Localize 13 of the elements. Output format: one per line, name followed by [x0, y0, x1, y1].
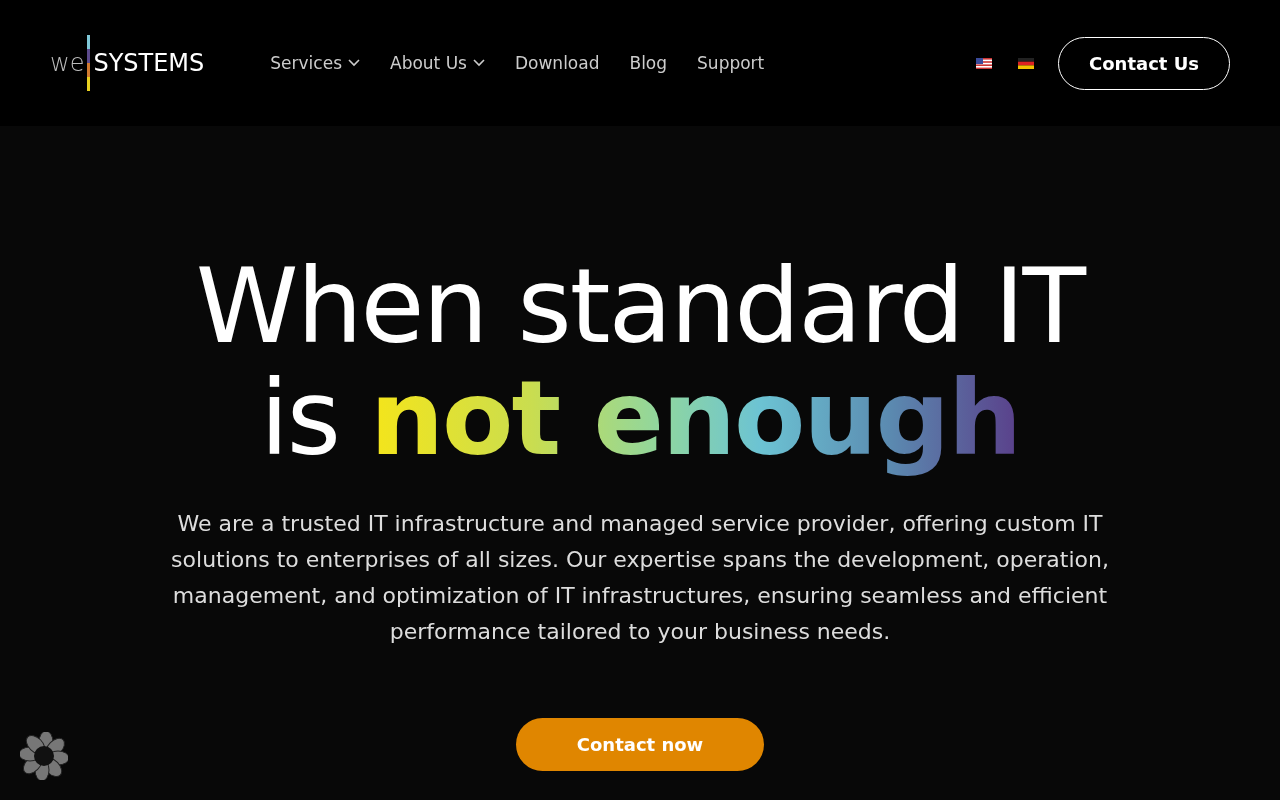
- nav-link[interactable]: Download: [514, 53, 600, 73]
- flag-icon[interactable]: [1018, 57, 1034, 69]
- cookie-settings-icon[interactable]: [20, 732, 68, 780]
- intro-text: We are a trusted IT infrastructure and managed service provider, offering custom IT solutions to enterprises of all sizes. Our expertise spans the development, operation, management, and optimization of IT infrastructures, ensuring seamless and efficient performance tailored to your business needs.: [170, 510, 1110, 646]
- chevron-down-icon: [348, 59, 360, 67]
- headline: When standard IT: [195, 250, 1085, 362]
- nav-link[interactable]: Services: [270, 53, 360, 73]
- chevron-down-icon: [472, 59, 485, 67]
- flag-icon[interactable]: [976, 57, 992, 69]
- nav-link[interactable]: Blog: [629, 53, 668, 73]
- logo[interactable]: we SYSTEMS: [50, 35, 205, 91]
- nav-link[interactable]: Support: [697, 53, 765, 73]
- nav-link[interactable]: About Us: [390, 53, 485, 73]
